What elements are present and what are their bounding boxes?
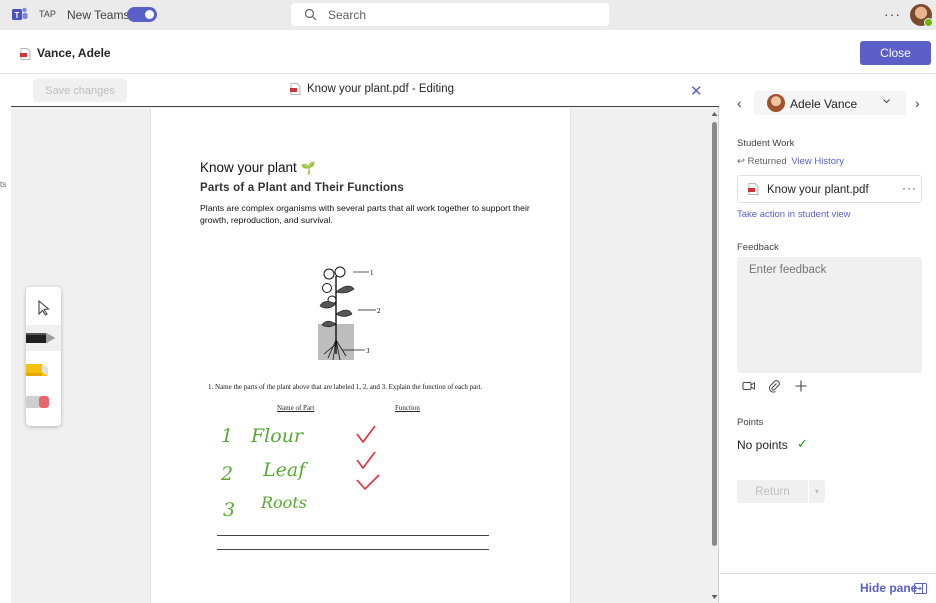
search-placeholder: Search: [328, 8, 367, 22]
diagram-label-3: 3: [366, 347, 370, 355]
seedling-emoji: 🌱: [300, 161, 316, 175]
title-bar: T TAP New Teams Search ···: [0, 0, 936, 30]
clipped-sidebar-text: ts: [0, 180, 7, 189]
add-icon[interactable]: [794, 379, 808, 393]
returned-status: ↩ Returned View History: [737, 156, 844, 167]
confirm-points-check-icon[interactable]: ✓: [797, 436, 808, 452]
chevron-down-icon: [883, 99, 890, 104]
student-avatar: [767, 94, 785, 112]
column-header-part: Name of Part: [277, 404, 315, 412]
feedback-input[interactable]: [737, 257, 922, 373]
checkmark-2-icon: [356, 451, 376, 470]
new-teams-label: New Teams: [67, 8, 130, 22]
user-avatar[interactable]: [910, 4, 933, 27]
grading-pane: ‹ Adele Vance › Student Work ↩ Returned …: [720, 74, 936, 603]
diagram-label-1: 1: [370, 269, 374, 277]
editor-scrollbar[interactable]: [710, 108, 719, 603]
plant-diagram: 1 2 3: [318, 266, 381, 361]
points-label: Points: [737, 417, 764, 428]
svg-text:T: T: [15, 11, 20, 20]
return-button[interactable]: Return: [737, 480, 808, 503]
org-label: TAP: [39, 9, 56, 19]
select-tool[interactable]: [26, 294, 61, 320]
yellow-highlighter-icon: [26, 364, 48, 376]
checkmark-3-icon: [356, 474, 380, 491]
answer-text-2: Leaf: [262, 459, 308, 481]
return-arrow-icon: ↩: [737, 156, 745, 167]
document-body: Plants are complex organisms with severa…: [200, 203, 530, 225]
pdf-page[interactable]: Know your plant 🌱 Parts of a Plant and T…: [150, 108, 571, 603]
feedback-box: [737, 257, 922, 373]
save-changes-button[interactable]: Save changes: [33, 79, 127, 102]
column-header-function: Function: [395, 404, 420, 412]
student-name-heading: Vance, Adele: [37, 46, 111, 60]
close-editor-icon[interactable]: ✕: [690, 82, 703, 100]
document-heading: Know your plant 🌱: [200, 160, 316, 175]
select-cursor-icon: [38, 299, 50, 316]
student-name: Adele Vance: [790, 97, 858, 111]
black-pen-tool[interactable]: [26, 325, 61, 351]
video-icon[interactable]: [742, 379, 756, 393]
attach-icon[interactable]: [767, 379, 781, 393]
document-title: Know your plant.pdf - Editing: [307, 83, 455, 95]
pdf-file-icon: [290, 83, 301, 95]
take-action-link[interactable]: Take action in student view: [737, 209, 851, 220]
attached-file-card[interactable]: Know your plant.pdf ···: [737, 175, 922, 203]
black-pen-icon: [26, 333, 55, 343]
diagram-label-2: 2: [377, 307, 381, 315]
new-teams-toggle[interactable]: [127, 7, 157, 22]
handwritten-answers: 1 Flour 2 Leaf 3 Roots: [220, 425, 380, 521]
points-value[interactable]: No points: [737, 438, 788, 452]
search-icon: [304, 8, 317, 21]
next-student-icon[interactable]: ›: [915, 95, 920, 111]
feedback-label: Feedback: [737, 242, 779, 253]
student-work-label: Student Work: [737, 138, 795, 149]
returned-label: Returned: [747, 156, 787, 167]
heading-text: Know your plant: [200, 160, 297, 175]
pdf-file-icon: [20, 48, 31, 60]
student-selector[interactable]: Adele Vance: [754, 91, 906, 115]
answer-line: [217, 549, 489, 550]
answer-text-1: Flour: [250, 425, 305, 447]
checkmark-1-icon: [356, 425, 376, 444]
answer-num-1: 1: [221, 425, 233, 447]
toggle-knob: [145, 10, 154, 19]
yellow-highlighter-tool[interactable]: [26, 358, 61, 384]
eraser-icon: [26, 396, 49, 408]
editor-toolbar: Save changes Know your plant.pdf - Editi…: [11, 74, 719, 107]
pane-divider: [720, 573, 936, 574]
answer-line: [217, 535, 489, 536]
view-history-link[interactable]: View History: [791, 156, 844, 167]
scroll-thumb[interactable]: [712, 122, 717, 546]
document-subheading: Parts of a Plant and Their Functions: [200, 182, 405, 194]
more-options-button[interactable]: ···: [884, 6, 901, 22]
document-editor: Save changes Know your plant.pdf - Editi…: [11, 74, 719, 603]
pdf-file-icon: [748, 183, 759, 195]
eraser-tool[interactable]: [26, 389, 61, 415]
return-options-chevron-icon[interactable]: ▾: [809, 480, 825, 503]
question-text: 1. Name the parts of the plant above tha…: [208, 383, 483, 391]
scroll-down-icon[interactable]: [710, 593, 719, 601]
file-more-options-button[interactable]: ···: [902, 181, 917, 195]
assignment-header: Vance, Adele Close: [0, 30, 936, 74]
file-name: Know your plant.pdf: [767, 184, 869, 196]
close-button[interactable]: Close: [860, 41, 931, 65]
answer-num-3: 3: [223, 499, 235, 521]
hide-pane-icon[interactable]: [914, 583, 927, 594]
ink-tool-palette: [26, 287, 61, 426]
answer-num-2: 2: [220, 463, 233, 485]
teams-logo-icon[interactable]: T: [11, 6, 28, 23]
previous-student-icon[interactable]: ‹: [737, 95, 742, 111]
hide-pane-link[interactable]: Hide pane: [860, 581, 917, 595]
search-box[interactable]: Search: [291, 3, 609, 26]
presence-available-icon: [924, 18, 933, 27]
scroll-up-icon[interactable]: [710, 110, 719, 118]
answer-text-3: Roots: [260, 493, 307, 512]
